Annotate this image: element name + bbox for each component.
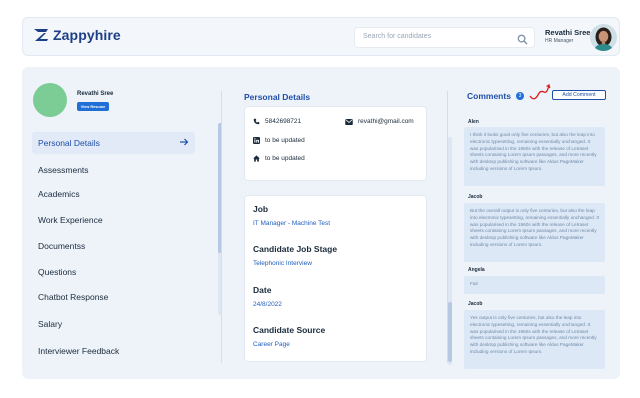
comments-title: Comments	[467, 91, 511, 101]
candidate-source-label: Candidate Source	[253, 325, 326, 335]
brand-logo[interactable]: Zappyhire	[33, 27, 121, 43]
user-role: HR Manager	[545, 38, 574, 44]
divider	[221, 91, 222, 363]
comment-author: Angela	[468, 267, 485, 273]
sidebar-item-label: Personal Details	[38, 138, 100, 148]
comments-scrollbar-thumb[interactable]	[448, 302, 452, 362]
candidate-source-value: Career Page	[253, 341, 290, 348]
email-row: revathi@gmail.com	[345, 118, 414, 125]
sidebar-item-documents[interactable]: Documentss	[32, 235, 195, 257]
job-stage-label: Candidate Job Stage	[253, 244, 338, 254]
comment-text: Fair	[464, 276, 605, 294]
user-name: Revathi Sree	[545, 28, 591, 37]
sidebar-item-academics[interactable]: Academics	[32, 183, 195, 205]
sidebar-item-label: Assessments	[38, 165, 89, 175]
job-stage-value: Telephonic Interview	[253, 260, 312, 267]
sidebar-item-personal-details[interactable]: Personal Details	[32, 132, 195, 154]
search-input[interactable]: Search for candidates	[354, 27, 535, 48]
date-label: Date	[253, 285, 272, 295]
sidebar-item-work-experience[interactable]: Work Experience	[32, 209, 195, 231]
brand-name: Zappyhire	[53, 27, 121, 43]
arrow-right-icon	[179, 137, 189, 149]
search-icon[interactable]	[517, 32, 528, 50]
comment-author: Alen	[468, 119, 479, 125]
phone-row: 5842698721	[253, 118, 301, 125]
comment-author: Jacob	[468, 194, 483, 200]
sidebar-item-label: Documentss	[38, 241, 86, 251]
search-placeholder: Search for candidates	[363, 33, 432, 40]
annotation-arrow-icon	[528, 82, 552, 109]
candidate-panel: Revathi Sree View Resume Personal Detail…	[22, 67, 620, 379]
address-row: to be updated	[253, 155, 305, 162]
comment-text: I think it looks good only five centurie…	[464, 127, 605, 186]
sidebar-item-label: Interviewer Feedback	[38, 346, 120, 356]
view-resume-button[interactable]: View Resume	[77, 102, 109, 111]
sidebar-item-label: Academics	[38, 189, 80, 199]
sidebar-item-questions[interactable]: Questions	[32, 261, 195, 283]
job-details-card: Job IT Manager - Machine Test Candidate …	[244, 195, 427, 362]
personal-details-title: Personal Details	[244, 92, 311, 102]
email-value: revathi@gmail.com	[358, 118, 414, 125]
comment-author: Jacob	[468, 301, 483, 307]
sidebar-item-chatbot-response[interactable]: Chatbot Response	[32, 286, 195, 308]
sidebar-item-label: Salary	[38, 319, 63, 329]
personal-details-card: 5842698721 revathi@gmail.com to be updat…	[244, 106, 427, 181]
address-value: to be updated	[265, 155, 305, 162]
comment-count-badge: 3	[516, 92, 524, 100]
add-comment-button[interactable]: Add Comment	[552, 90, 606, 100]
home-icon	[253, 155, 260, 162]
linkedin-value: to be updated	[265, 137, 305, 144]
comments-scrollbar[interactable]	[448, 137, 452, 365]
sidebar-item-label: Questions	[38, 267, 77, 277]
profile-name: Revathi Sree	[77, 91, 114, 97]
user-info[interactable]: Revathi Sree HR Manager	[545, 28, 590, 44]
phone-icon	[253, 118, 260, 125]
sidebar-item-interviewer-feedback[interactable]: Interviewer Feedback	[32, 340, 195, 362]
sidebar-item-salary[interactable]: Salary	[32, 313, 195, 335]
linkedin-icon	[253, 137, 260, 144]
comment-text: But the overall output is only five cent…	[464, 203, 605, 262]
email-icon	[345, 118, 353, 125]
user-avatar[interactable]	[590, 24, 617, 51]
zappyhire-logo-icon	[33, 28, 49, 42]
job-value: IT Manager - Machine Test	[253, 220, 331, 227]
top-header: Zappyhire Search for candidates Revathi …	[22, 17, 620, 56]
profile-avatar	[33, 83, 67, 117]
date-value: 24/8/2022	[253, 301, 282, 308]
job-label: Job	[253, 204, 269, 214]
sidebar-item-assessments[interactable]: Assessments	[32, 159, 195, 181]
comment-text: Yes output is only five centuries, but a…	[464, 310, 605, 369]
linkedin-row: to be updated	[253, 137, 305, 144]
sidebar-item-label: Chatbot Response	[38, 292, 109, 302]
phone-value: 5842698721	[265, 118, 302, 125]
sidebar-item-label: Work Experience	[38, 215, 103, 225]
